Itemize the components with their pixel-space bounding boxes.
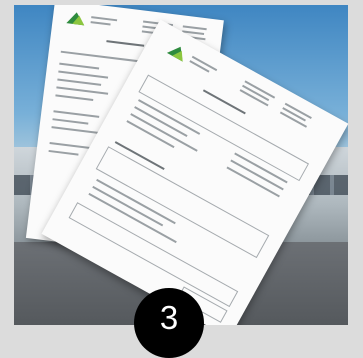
address-line	[182, 25, 207, 30]
header-box	[138, 74, 310, 182]
text-line	[51, 126, 100, 134]
text-line	[48, 149, 79, 156]
letterhead-line	[189, 60, 210, 73]
text-line	[52, 118, 89, 125]
step-number-badge: 3	[134, 288, 204, 358]
company-logo-icon	[66, 11, 86, 26]
text-line	[55, 94, 94, 101]
step-number: 3	[159, 299, 179, 336]
text-line	[59, 62, 100, 69]
letterhead-line	[91, 16, 118, 21]
text-line	[56, 86, 109, 95]
document-heading-line	[106, 40, 145, 47]
text-line	[58, 70, 109, 79]
text-line	[49, 142, 92, 149]
documents-photo	[14, 5, 348, 325]
company-logo-icon	[166, 42, 189, 62]
image-frame: 3	[0, 0, 363, 358]
text-line	[53, 110, 100, 118]
letterhead-line	[90, 21, 111, 26]
text-line	[57, 78, 102, 86]
